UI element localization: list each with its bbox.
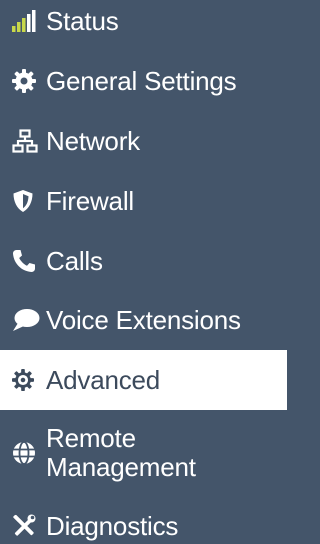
sidebar-item-label: General Settings [46, 66, 237, 96]
sidebar-item-calls[interactable]: Calls [0, 231, 287, 291]
sidebar-item-label: Voice Extensions [46, 305, 241, 335]
shield-icon [12, 184, 46, 218]
sidebar-item-label: Status [46, 6, 119, 36]
sidebar-item-remote-management[interactable]: Remote Management [0, 420, 287, 486]
sidebar-item-label: Remote Management [46, 423, 196, 482]
sidebar-item-diagnostics[interactable]: Diagnostics [0, 496, 287, 544]
speech-bubble-icon [12, 303, 46, 337]
sidebar-item-voice-extensions[interactable]: Voice Extensions [0, 290, 287, 350]
sidebar-item-network[interactable]: Network [0, 111, 287, 171]
sidebar-item-label: Advanced [46, 365, 161, 395]
sidebar-item-general-settings[interactable]: General Settings [0, 51, 287, 111]
sidebar-item-status[interactable]: Status [0, 0, 287, 51]
phone-icon [12, 244, 46, 278]
signal-bars-icon [12, 4, 46, 38]
sidebar-item-label: Calls [46, 246, 103, 276]
sidebar-item-advanced[interactable]: Advanced [0, 350, 287, 410]
sidebar-item-firewall[interactable]: Firewall [0, 171, 287, 231]
sidebar-nav: Status General Settings Network Firewall… [0, 0, 287, 544]
sidebar-item-label: Diagnostics [46, 511, 179, 541]
network-icon [12, 124, 46, 158]
tools-icon [12, 509, 46, 543]
globe-icon [12, 436, 46, 470]
sidebar-item-label: Firewall [46, 186, 134, 216]
sidebar-item-label: Network [46, 126, 140, 156]
gear-icon [12, 64, 46, 98]
cog-icon [12, 363, 46, 397]
